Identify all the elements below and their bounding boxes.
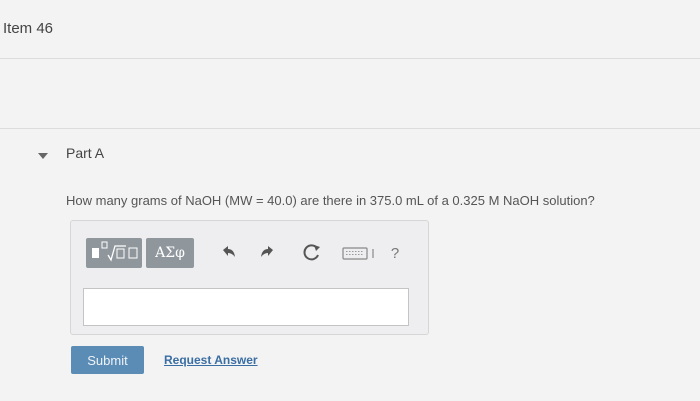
answer-panel: ΑΣφ ? [70, 220, 429, 335]
undo-icon[interactable] [217, 242, 239, 264]
question-text: How many grams of NaOH (MW = 40.0) are t… [66, 193, 595, 208]
templates-icon [92, 241, 138, 262]
part-divider [0, 128, 700, 129]
templates-button[interactable] [86, 238, 142, 268]
part-label: Part A [66, 145, 105, 161]
top-divider [0, 58, 700, 59]
redo-icon[interactable] [257, 242, 279, 264]
request-answer-link[interactable]: Request Answer [164, 353, 258, 367]
greek-symbols-button[interactable]: ΑΣφ [146, 238, 194, 268]
item-title: Item 46 [3, 20, 54, 37]
keyboard-icon[interactable] [341, 242, 381, 264]
collapse-chevron-icon[interactable] [36, 150, 50, 164]
answer-input[interactable] [83, 288, 409, 326]
submit-button[interactable]: Submit [71, 346, 144, 374]
help-icon[interactable]: ? [388, 243, 402, 263]
reset-icon[interactable] [301, 242, 323, 264]
